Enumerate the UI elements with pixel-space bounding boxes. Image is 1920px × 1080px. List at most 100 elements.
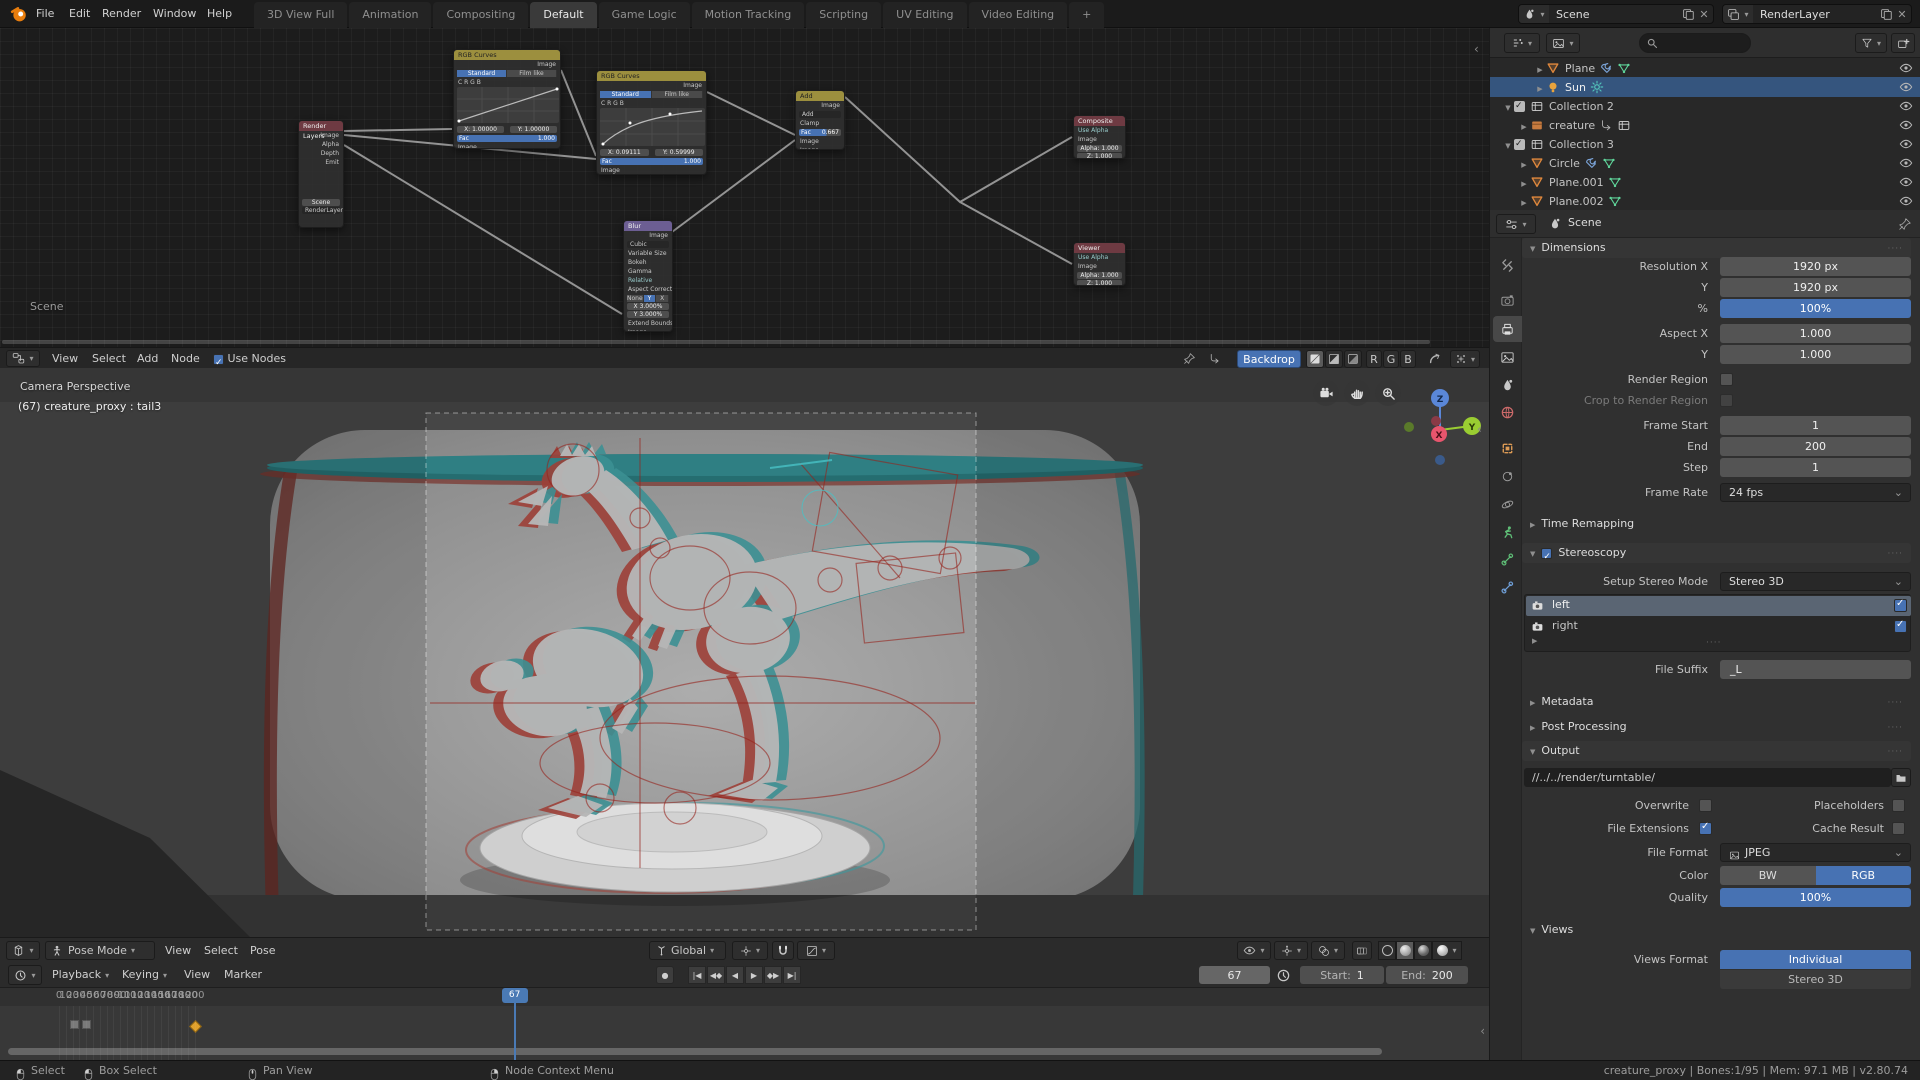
frame-start-field[interactable]: Start:1 — [1300, 966, 1384, 984]
blend-mode-dropdown[interactable]: Add — [799, 111, 841, 118]
node-input-image-2[interactable]: Image — [796, 146, 844, 150]
next-keyframe-button[interactable]: ◆▶ — [764, 966, 782, 984]
workspace-tab-animation[interactable]: Animation — [349, 2, 431, 28]
node-rgb-curves-1[interactable]: RGB Curves Image Standard Film like C R … — [453, 49, 561, 149]
snapping-widget[interactable] — [1450, 350, 1480, 368]
curve-widget[interactable] — [600, 108, 705, 146]
node-title[interactable]: Composite — [1074, 116, 1125, 126]
use-nodes-checkbox[interactable]: Use Nodes — [213, 348, 286, 369]
timeline-scrollbar[interactable] — [8, 1048, 1382, 1055]
tab-world[interactable] — [1493, 399, 1522, 425]
overwrite-checkbox[interactable] — [1699, 799, 1712, 812]
frame-end-field[interactable]: End:200 — [1386, 966, 1468, 984]
node-mix-add[interactable]: Add Image Add Clamp Fac0.667 Image Image — [795, 90, 845, 150]
panel-metadata[interactable]: Metadata — [1522, 692, 1911, 712]
current-frame-field[interactable]: 67 — [1199, 966, 1270, 984]
tab-constraints[interactable] — [1493, 463, 1522, 489]
resolution-x-field[interactable]: 1920 px — [1720, 257, 1911, 276]
node-composite[interactable]: Composite Use Alpha Image Alpha: 1.000 Z… — [1073, 115, 1126, 159]
curve-x-field[interactable]: X: 1.00000 — [457, 126, 504, 133]
camera-view-button[interactable] — [1313, 380, 1339, 406]
snap-magnet-toggle[interactable] — [772, 941, 794, 960]
pivot-point-dropdown[interactable] — [732, 941, 768, 960]
tab-bone-constraint[interactable] — [1493, 574, 1522, 600]
play-reverse-button[interactable]: ◀ — [726, 966, 744, 984]
tab-object-data[interactable] — [1493, 519, 1522, 545]
file-format-dropdown[interactable]: JPEG — [1720, 843, 1911, 862]
jump-to-end-button[interactable]: ▶| — [783, 966, 801, 984]
hide-in-viewport-eye-icon[interactable] — [1899, 194, 1913, 208]
hide-in-viewport-eye-icon[interactable] — [1899, 61, 1913, 75]
view-row-left[interactable]: left — [1526, 596, 1911, 616]
workspace-tab-uv-editing[interactable]: UV Editing — [883, 2, 966, 28]
node-renderlayer-field[interactable]: RenderLayer — [302, 207, 340, 214]
panel-stereoscopy[interactable]: Stereoscopy — [1522, 543, 1911, 563]
tab-standard[interactable]: Standard — [457, 70, 507, 77]
workspace-tab-scripting[interactable]: Scripting — [806, 2, 881, 28]
curve-y-field[interactable]: Y: 0.59999 — [655, 149, 704, 156]
relative-option[interactable]: Relative — [624, 276, 672, 285]
fac-slider[interactable]: Fac0.667 — [799, 129, 841, 136]
pin-icon[interactable] — [1183, 352, 1196, 365]
scene-name[interactable]: Scene — [1549, 8, 1681, 21]
show-overlays-dropdown[interactable] — [1311, 941, 1345, 960]
viewport-menu-pose[interactable]: Pose — [250, 938, 275, 963]
viewport-menu-view[interactable]: View — [165, 938, 191, 963]
outliner-display-mode-dropdown[interactable] — [1504, 33, 1540, 53]
navigation-gizmo[interactable]: Z Y X — [1395, 386, 1485, 472]
curve-y-field[interactable]: Y: 1.00000 — [510, 126, 557, 133]
node-scene-field[interactable]: Scene — [302, 199, 340, 206]
prev-keyframe-button[interactable]: ◀◆ — [707, 966, 725, 984]
z-field[interactable]: Z: 1.000 — [1077, 280, 1122, 286]
hide-in-viewport-eye-icon[interactable] — [1899, 118, 1913, 132]
alpha-field[interactable]: Alpha: 1.000 — [1077, 272, 1122, 279]
outliner-row-creature[interactable]: ▶creature — [1490, 115, 1920, 135]
channel-box[interactable] — [70, 1020, 79, 1029]
quality-slider[interactable]: 100% — [1720, 888, 1911, 907]
file-extensions-checkbox[interactable] — [1699, 822, 1712, 835]
toggle-xray-button[interactable] — [1352, 941, 1372, 960]
frame-step-field[interactable]: 1 — [1720, 458, 1911, 477]
use-alpha-option[interactable]: Use Alpha — [1074, 126, 1125, 135]
views-format-individual-button[interactable]: Individual — [1720, 950, 1911, 969]
tab-bone[interactable] — [1493, 546, 1522, 572]
tab-scene[interactable] — [1493, 372, 1522, 398]
z-field[interactable]: Z: 1.000 — [1077, 153, 1122, 159]
workspace-tab-default[interactable]: Default — [530, 2, 596, 28]
timeline-region-collapse-arrow[interactable]: ‹ — [1480, 1024, 1485, 1038]
tab-film-like[interactable]: Film like — [652, 91, 704, 98]
show-gizmo-dropdown[interactable] — [1274, 941, 1308, 960]
node-title[interactable]: Blur — [624, 221, 672, 231]
mode-dropdown[interactable]: Pose Mode — [45, 941, 155, 960]
node-canvas[interactable]: Render Layers Image Alpha Depth Emit Sce… — [0, 28, 1489, 347]
views-list-footer[interactable]: ▶ — [1526, 638, 1911, 651]
curve-channel-buttons[interactable]: C R G B — [454, 78, 560, 87]
blur-x-field[interactable]: X 3.000% — [627, 303, 669, 310]
proportional-editing-dropdown[interactable] — [797, 941, 835, 960]
node-output-image[interactable]: Image — [796, 101, 844, 110]
aspect-y[interactable]: Y — [644, 295, 657, 302]
menu-help[interactable]: Help — [203, 0, 236, 28]
workspace-tab-game-logic[interactable]: Game Logic — [599, 2, 690, 28]
scene-browse-icon[interactable] — [1519, 5, 1549, 23]
node-menu-node[interactable]: Node — [171, 348, 200, 369]
shading-material-button[interactable] — [1414, 941, 1432, 960]
menu-file[interactable]: File — [32, 0, 58, 28]
panel-dimensions[interactable]: Dimensions — [1522, 238, 1911, 258]
timeline-menu-playback[interactable]: Playback — [52, 962, 109, 988]
outliner-row-sun[interactable]: ▶Sun — [1490, 77, 1920, 97]
workspace-tab-compositing[interactable]: Compositing — [433, 2, 528, 28]
node-menu-view[interactable]: View — [52, 348, 78, 369]
menu-render[interactable]: Render — [98, 0, 145, 28]
editor-type-button[interactable] — [1496, 214, 1536, 234]
jump-to-start-button[interactable]: |◀ — [688, 966, 706, 984]
gamma-option[interactable]: Gamma — [624, 267, 672, 276]
renderlayer-datablock-selector[interactable]: RenderLayer ✕ — [1722, 4, 1912, 24]
workspace-tab-motion-tracking[interactable]: Motion Tracking — [692, 2, 805, 28]
play-button[interactable]: ▶ — [745, 966, 763, 984]
variable-size-option[interactable]: Variable Size — [624, 249, 672, 258]
use-preview-range-icon[interactable] — [1276, 968, 1291, 983]
object-visibility-dropdown[interactable] — [1237, 941, 1271, 960]
curve-widget[interactable] — [457, 87, 559, 123]
panel-time-remapping[interactable]: Time Remapping — [1522, 514, 1911, 534]
